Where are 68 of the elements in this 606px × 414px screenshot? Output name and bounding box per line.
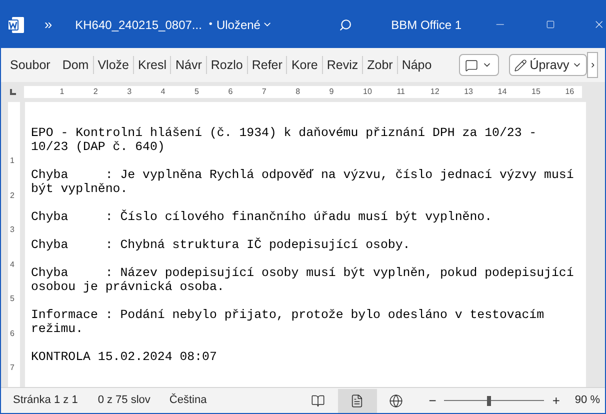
- ruler-number: 15: [532, 86, 540, 98]
- page-count[interactable]: Stránka 1 z 1: [13, 392, 78, 409]
- editing-mode-button[interactable]: Úpravy: [508, 54, 588, 76]
- ribbon-tab[interactable]: Kresl: [135, 56, 170, 74]
- ruler-number: 2: [10, 190, 14, 200]
- zoom-out-button[interactable]: −: [428, 390, 436, 410]
- pencil-icon: [514, 58, 527, 72]
- zoom-slider[interactable]: [444, 396, 544, 406]
- search-icon[interactable]: [339, 16, 352, 32]
- ribbon-tab[interactable]: Refer: [248, 56, 286, 74]
- document-paragraph: Chyba : Chybná struktura IČ podepisující osoby.: [31, 238, 412, 252]
- ruler-number: 1: [10, 156, 14, 165]
- view-button[interactable]: [338, 388, 377, 412]
- globe-icon: [389, 394, 404, 408]
- ruler-number: 5: [194, 86, 199, 98]
- ruler-number: 11: [396, 86, 405, 98]
- tab-stop-icon[interactable]: [10, 89, 16, 95]
- ribbon-tab[interactable]: Nápo: [398, 56, 435, 74]
- account-name[interactable]: BBM Office 1: [391, 16, 462, 34]
- word-count[interactable]: 0 z 75 slov: [98, 392, 150, 409]
- ribbon-tab[interactable]: Kore: [288, 56, 321, 74]
- language[interactable]: Čeština: [169, 392, 207, 409]
- ruler-number: 10: [363, 86, 372, 98]
- ruler-number: 7: [10, 363, 14, 372]
- ribbon-tab[interactable]: Návr: [172, 56, 205, 74]
- zoom-slider-thumb[interactable]: [487, 396, 492, 406]
- ruler-number: 7: [262, 86, 266, 98]
- ruler-number: 6: [228, 86, 233, 98]
- ruler-number: 12: [430, 86, 440, 98]
- ruler-number: 4: [10, 260, 14, 268]
- document-paragraph: Chyba : Je vyplněna Rychlá odpověď na výzvu, číslo jednací výzvy musí být vyplněno.: [31, 168, 575, 196]
- book-icon: [311, 394, 326, 408]
- ribbon-tab[interactable]: Rozlo: [208, 56, 246, 74]
- separator-dot: •: [208, 18, 212, 32]
- save-status[interactable]: Uložené: [216, 16, 260, 34]
- ruler-number: 4: [160, 86, 166, 98]
- ruler-number: 3: [127, 86, 132, 98]
- zoom-percentage[interactable]: 90 %: [574, 392, 600, 409]
- ribbon-tab[interactable]: Zobr: [364, 56, 396, 74]
- ruler-number: 9: [329, 86, 334, 98]
- ruler-number: 16: [565, 86, 574, 98]
- more-commands[interactable]: »: [44, 14, 52, 35]
- document-icon: [350, 394, 364, 408]
- document-paragraph: Chyba : Číslo cílového finančního úřadu musí být vyplněno.: [31, 210, 494, 224]
- editing-mode-label: Úpravy: [530, 56, 570, 74]
- comment-icon: [465, 58, 478, 72]
- ribbon-scroll-button[interactable]: ›: [587, 52, 598, 78]
- ribbon-tab[interactable]: Reviz: [324, 56, 362, 74]
- ruler-number: 2: [93, 86, 98, 98]
- ruler-number: 1: [60, 86, 64, 98]
- document-paragraph: KONTROLA 15.02.2024 08:07: [31, 350, 218, 364]
- word-logo-icon: [6, 16, 25, 34]
- document-paragraph: Chyba : Název podepisující osoby musí být vyplněn, pokud podepisující osobou je právnická osoba.: [31, 266, 575, 294]
- ribbon-tab[interactable]: Soubor: [7, 56, 54, 74]
- ribbon-tab[interactable]: Vlože: [94, 56, 132, 74]
- ribbon-tab[interactable]: Dom: [59, 56, 92, 74]
- document-paragraph: EPO - Kontrolní hlášení (č. 1934) k daňovému přiznání DPH za 10/23 - 10/23 (DAP č. 640): [31, 126, 538, 154]
- comments-button[interactable]: [458, 54, 499, 76]
- ruler-number: 6: [10, 328, 14, 338]
- ruler-number: 13: [464, 86, 473, 98]
- maximize-icon[interactable]: [546, 19, 555, 30]
- ruler-number: 8: [296, 86, 300, 98]
- ruler-number: 14: [498, 86, 507, 98]
- file-name[interactable]: KH640_240215_0807...: [75, 16, 202, 34]
- ruler-number: 3: [10, 225, 14, 234]
- ruler-number: 5: [10, 294, 14, 303]
- zoom-in-button[interactable]: +: [552, 390, 560, 410]
- document-paragraph: Informace : Podání nebylo přijato, protože bylo odesláno v testovacím režimu.: [31, 308, 546, 336]
